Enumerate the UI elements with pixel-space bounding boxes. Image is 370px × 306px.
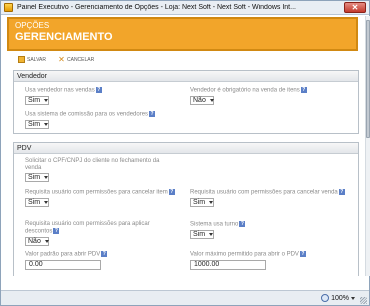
magnifier-icon — [321, 294, 330, 302]
chevron-down-icon — [209, 232, 214, 236]
solicitar-cpf-select[interactable]: Sim — [25, 173, 49, 182]
page-content: OPÇÕES GERENCIAMENTO SALVAR ✕ CANCELAR V… — [4, 16, 365, 276]
cancel-label: CANCELAR — [67, 56, 95, 63]
window-title: Painel Executivo - Gerenciamento de Opçõ… — [17, 4, 296, 11]
zoom-control[interactable]: 100% — [321, 294, 355, 302]
section-header-vendedor: Vendedor — [14, 71, 358, 82]
perm-descontos-select[interactable]: Não — [25, 236, 49, 246]
cancel-x-icon: ✕ — [58, 55, 65, 64]
section-vendedor: Vendedor Usa vendedor nas vendas? Sim Ve… — [13, 70, 359, 134]
field-usa-turno: Sistema usa turno? Sim — [190, 221, 350, 239]
field-vendedor-obrigatorio: Vendedor é obrigatório na venda de itens… — [190, 87, 350, 105]
browser-window: Painel Executivo - Gerenciamento de Opçõ… — [0, 0, 370, 306]
chevron-down-icon — [44, 122, 49, 126]
field-label: Sistema usa turno — [190, 221, 239, 228]
toolbar: SALVAR ✕ CANCELAR — [18, 55, 95, 64]
chevron-down-icon — [351, 296, 355, 300]
floppy-disk-icon — [18, 56, 25, 63]
field-perm-cancelar-venda: Requisita usuário com permissões para ca… — [190, 189, 350, 207]
field-usa-comissao: Usa sistema de comissão para os vendedor… — [25, 111, 195, 129]
chevron-down-icon — [209, 98, 214, 102]
vertical-scrollbar[interactable] — [365, 16, 370, 276]
select-value: Sim — [28, 198, 41, 206]
chevron-down-icon — [44, 200, 49, 204]
field-valor-maximo: Valor máximo permitido para abrir o PDV?… — [190, 251, 350, 270]
field-label: Solicitar o CPF/CNPJ do cliente no fecha… — [25, 158, 160, 171]
resize-grip[interactable] — [360, 297, 367, 304]
select-value: Sim — [28, 174, 41, 181]
page-banner: OPÇÕES GERENCIAMENTO — [7, 17, 358, 51]
select-value: Não — [193, 96, 206, 104]
field-perm-descontos: Requisita usuário com permissões para ap… — [25, 221, 175, 246]
field-label: Usa sistema de comissão para os vendedor… — [25, 111, 149, 118]
usa-comissao-select[interactable]: Sim — [25, 119, 49, 129]
select-value: Sim — [28, 96, 41, 104]
select-value: Sim — [193, 230, 206, 238]
chevron-down-icon — [44, 239, 49, 243]
banner-subtitle: OPÇÕES — [15, 21, 50, 30]
usa-turno-select[interactable]: Sim — [190, 229, 214, 239]
help-icon[interactable]: ? — [299, 251, 306, 257]
field-label: Requisita usuário com permissões para ca… — [25, 189, 168, 196]
select-value: Sim — [193, 198, 206, 206]
close-button[interactable]: ✕ — [344, 2, 366, 13]
help-icon[interactable]: ? — [53, 228, 60, 234]
field-solicitar-cpf: Solicitar o CPF/CNPJ do cliente no fecha… — [25, 158, 175, 182]
select-value: Sim — [28, 120, 41, 128]
cancel-button[interactable]: ✕ CANCELAR — [58, 55, 95, 64]
perm-cancelar-venda-select[interactable]: Sim — [190, 197, 214, 207]
help-icon[interactable]: ? — [95, 87, 102, 93]
perm-cancelar-item-select[interactable]: Sim — [25, 197, 49, 207]
field-label: Usa vendedor nas vendas — [25, 87, 95, 94]
app-icon — [4, 3, 13, 12]
help-icon[interactable]: ? — [300, 87, 307, 93]
save-button[interactable]: SALVAR — [18, 56, 46, 63]
help-icon[interactable]: ? — [168, 189, 175, 195]
page-title: GERENCIAMENTO — [15, 31, 113, 43]
save-label: SALVAR — [27, 56, 46, 63]
help-icon[interactable]: ? — [149, 111, 156, 117]
field-perm-cancelar-item: Requisita usuário com permissões para ca… — [25, 189, 175, 207]
section-header-pdv: PDV — [14, 143, 358, 154]
field-label: Requisita usuário com permissões para ca… — [190, 189, 338, 196]
select-value: Não — [28, 237, 41, 245]
field-label: Requisita usuário com permissões para ap… — [25, 221, 150, 235]
valor-padrao-input[interactable]: 0.00 — [25, 259, 101, 270]
field-label: Valor máximo permitido para abrir o PDV — [190, 251, 299, 258]
chevron-down-icon — [44, 98, 49, 102]
help-icon[interactable]: ? — [239, 221, 246, 227]
help-icon[interactable]: ? — [101, 251, 108, 257]
vendedor-obrigatorio-select[interactable]: Não — [190, 95, 214, 105]
field-label: Valor padrão para abrir PDV — [25, 251, 101, 258]
field-usa-vendedor: Usa vendedor nas vendas? Sim — [25, 87, 175, 105]
help-icon[interactable]: ? — [338, 189, 345, 195]
field-label: Vendedor é obrigatório na venda de itens — [190, 87, 300, 94]
status-bar: 100% — [1, 290, 369, 305]
chevron-down-icon — [44, 176, 49, 179]
field-valor-padrao: Valor padrão para abrir PDV? 0.00 — [25, 251, 175, 270]
zoom-level: 100% — [331, 294, 349, 302]
valor-maximo-input[interactable]: 1000.00 — [190, 259, 266, 270]
section-pdv: PDV Solicitar o CPF/CNPJ do cliente no f… — [13, 142, 359, 276]
scrollbar-thumb[interactable] — [366, 20, 370, 138]
chevron-down-icon — [209, 200, 214, 204]
title-bar: Painel Executivo - Gerenciamento de Opçõ… — [1, 1, 369, 15]
usa-vendedor-select[interactable]: Sim — [25, 95, 49, 105]
